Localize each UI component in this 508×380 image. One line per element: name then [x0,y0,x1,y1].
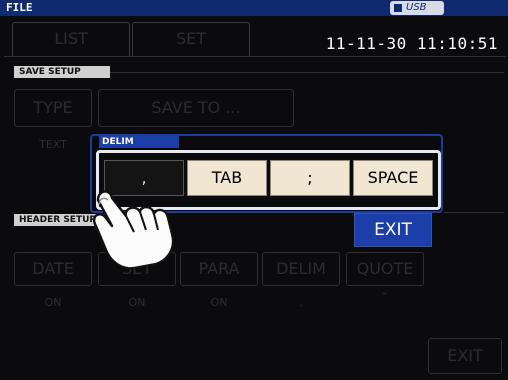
delim-option-space[interactable]: SPACE [353,160,433,196]
tab-divider [4,56,506,57]
delim-exit-button[interactable]: EXIT [354,213,432,247]
para-button[interactable]: PARA [180,252,258,286]
save-to-button[interactable]: SAVE TO ... [98,89,294,127]
tab-set[interactable]: SET [132,22,250,56]
delim-option-semicolon[interactable]: ; [270,160,350,196]
quote-value: " [382,290,388,303]
type-button[interactable]: TYPE [14,89,92,127]
memory-icon [394,4,402,12]
save-setup-label: SAVE SETUP [14,66,110,78]
tab-list[interactable]: LIST [12,22,130,56]
usb-label: USB [406,2,427,13]
header-setup-divider [444,212,504,213]
save-setup-divider [110,72,504,73]
para-value: ON [210,296,228,309]
delim-value: , [299,296,303,309]
hand-pointer-icon [92,190,175,270]
set-value: ON [128,296,146,309]
quote-button[interactable]: QUOTE [346,252,424,286]
file-screen: FILE USB LIST SET 11-11-30 11:10:51 SAVE… [0,0,508,380]
window-title: FILE [6,1,33,14]
clock: 11-11-30 11:10:51 [325,34,498,53]
delim-button[interactable]: DELIM [262,252,340,286]
delim-option-tab[interactable]: TAB [187,160,267,196]
usb-indicator: USB [390,1,444,15]
type-value: TEXT [39,138,67,151]
footer-exit-button[interactable]: EXIT [428,338,502,374]
delim-dialog-title: DELIM [99,136,179,148]
date-value: ON [44,296,62,309]
title-bar: FILE USB [0,0,508,16]
